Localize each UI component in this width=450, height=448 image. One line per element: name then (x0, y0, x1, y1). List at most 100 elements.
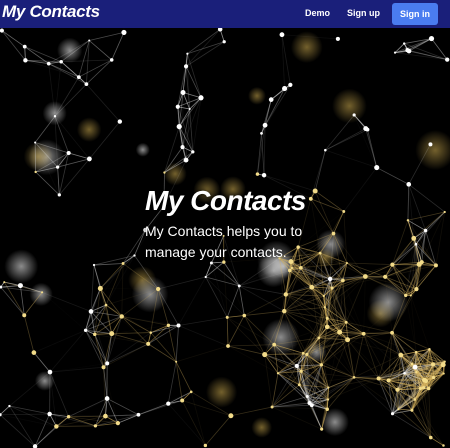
network-node (402, 42, 406, 45)
network-node (183, 157, 189, 163)
network-node (426, 386, 431, 391)
network-node (294, 363, 299, 368)
network-node (59, 59, 63, 64)
network-node (34, 141, 37, 144)
network-node (409, 294, 412, 297)
network-node (414, 242, 418, 246)
network-node (105, 361, 110, 366)
network-node (413, 398, 417, 401)
network-node (327, 386, 330, 389)
network-node (189, 390, 193, 394)
network-node (55, 165, 60, 169)
network-node (404, 293, 408, 298)
network-node (428, 35, 435, 42)
network-node (335, 36, 340, 41)
network-link (56, 425, 96, 427)
network-node (290, 266, 294, 270)
network-node (166, 323, 171, 328)
network-node (121, 29, 127, 35)
network-node (279, 32, 285, 38)
network-node (17, 283, 23, 289)
network-node (390, 412, 395, 416)
network-node (403, 371, 406, 375)
network-node (188, 107, 191, 111)
network-node (288, 82, 293, 87)
network-node (155, 286, 161, 292)
network-node (324, 148, 327, 152)
network-node (262, 122, 268, 128)
network-node (410, 408, 414, 412)
network-node (180, 398, 185, 403)
network-node (66, 150, 71, 156)
bokeh-glow (332, 88, 367, 124)
network-node (431, 375, 436, 380)
network-node (86, 156, 92, 162)
network-node (31, 350, 37, 355)
network-node (103, 413, 108, 419)
hero-subtitle: My Contacts helps you to manage your con… (145, 223, 303, 260)
network-node (431, 362, 436, 367)
bokeh-glow (76, 117, 102, 142)
network-node (393, 51, 397, 54)
network-node (344, 320, 348, 324)
network-node (3, 281, 6, 284)
network-node (325, 407, 329, 412)
network-node (395, 387, 400, 392)
network-node (180, 145, 185, 150)
sign-in-button[interactable]: Sign in (392, 3, 438, 25)
network-node (287, 268, 292, 273)
network-node (318, 251, 322, 255)
network-node (8, 404, 11, 408)
network-node (183, 64, 189, 69)
network-node (93, 424, 98, 428)
network-node (445, 57, 450, 62)
network-node (362, 274, 368, 279)
network-node (442, 372, 445, 375)
bokeh-glow (57, 37, 83, 63)
network-node (319, 363, 324, 367)
network-node (47, 411, 52, 417)
bokeh-glow (205, 376, 238, 408)
network-node (41, 291, 44, 294)
nav-link-sign-up[interactable]: Sign up (347, 8, 380, 18)
network-node (76, 75, 81, 79)
nav-link-demo[interactable]: Demo (305, 8, 330, 18)
network-node (433, 263, 438, 268)
network-node (376, 376, 381, 381)
network-node (442, 444, 445, 447)
network-node (262, 351, 268, 358)
network-node (337, 329, 343, 335)
network-node (22, 44, 27, 49)
network-node (222, 40, 226, 44)
network-node (414, 286, 419, 292)
network-link (34, 142, 37, 172)
network-node (92, 263, 96, 267)
network-node (327, 276, 333, 282)
bokeh-glow (251, 417, 273, 438)
network-node (166, 401, 171, 406)
brand-logo[interactable]: My Contacts (2, 2, 100, 22)
network-node (121, 262, 125, 265)
network-node (443, 360, 446, 363)
network-node (428, 435, 433, 440)
network-node (133, 254, 136, 257)
network-node (225, 315, 229, 319)
network-node (57, 193, 61, 197)
network-node (423, 378, 429, 383)
network-node (374, 164, 380, 171)
network-node (324, 324, 330, 330)
network-node (363, 126, 369, 132)
network-node (345, 261, 348, 265)
network-node (260, 132, 263, 135)
network-node (398, 352, 404, 358)
network-node (101, 365, 106, 370)
network-node (198, 95, 204, 101)
network-node (22, 313, 27, 318)
network-node (104, 396, 110, 401)
network-node (119, 314, 124, 319)
network-node (390, 330, 394, 335)
network-node (255, 172, 260, 176)
network-node (440, 362, 446, 368)
network-node (34, 170, 37, 174)
network-node (282, 86, 288, 92)
